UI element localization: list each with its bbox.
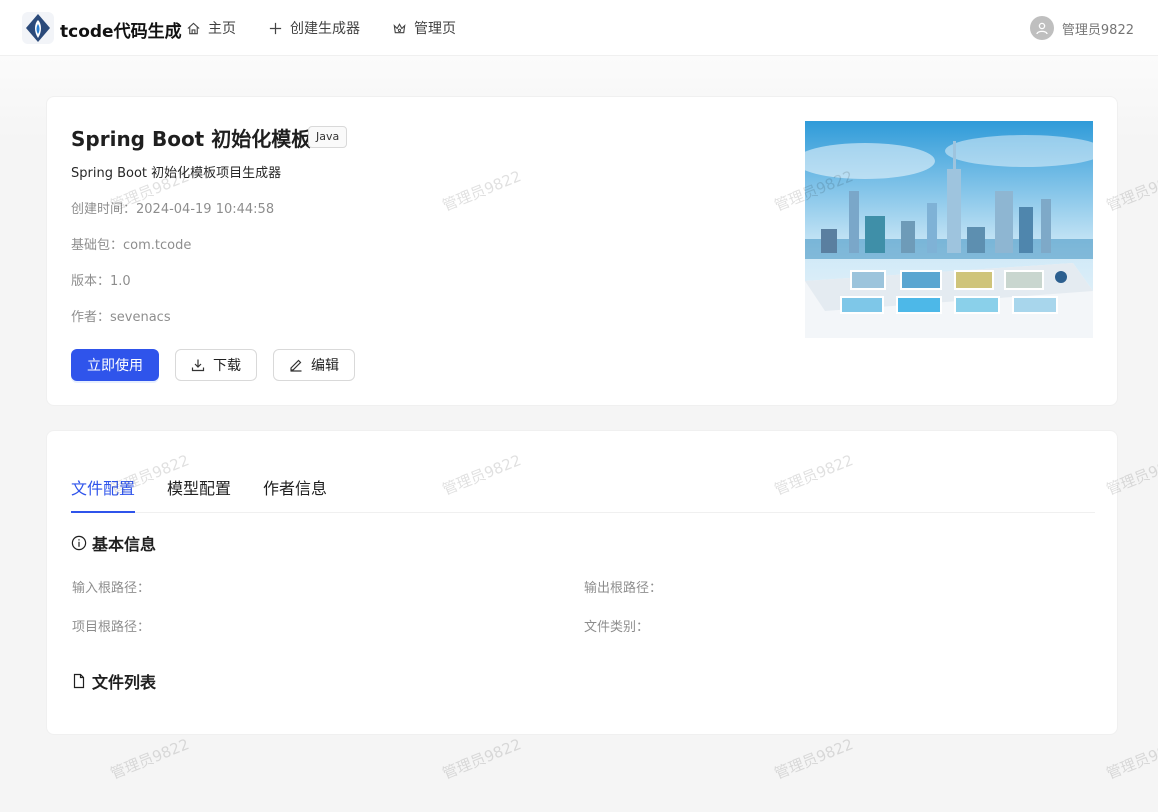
use-now-button[interactable]: 立即使用 bbox=[71, 349, 159, 381]
output-root-path-label: 输出根路径： bbox=[584, 581, 663, 596]
plus-icon bbox=[269, 22, 282, 34]
nav-admin[interactable]: 管理页 bbox=[392, 18, 456, 38]
download-icon bbox=[191, 359, 205, 372]
crown-icon bbox=[393, 22, 406, 33]
version: 版本：1.0 bbox=[71, 274, 131, 289]
project-root-path-label: 项目根路径： bbox=[72, 620, 151, 635]
input-root-path-label: 输入根路径： bbox=[72, 581, 151, 596]
watermark: 管理员9822 bbox=[771, 735, 856, 783]
generator-info-card: Spring Boot 初始化模板 Java Spring Boot 初始化模板… bbox=[46, 96, 1118, 406]
nav-create-label: 创建生成器 bbox=[290, 21, 360, 37]
brand-name[interactable]: tcode代码生成 bbox=[60, 17, 182, 42]
file-list-heading: 文件列表 bbox=[71, 669, 156, 693]
active-tab-indicator bbox=[71, 511, 135, 513]
base-package: 基础包：com.tcode bbox=[71, 238, 192, 253]
nav-admin-label: 管理页 bbox=[414, 21, 456, 37]
created-time: 创建时间：2024-04-19 10:44:58 bbox=[71, 202, 275, 217]
tab-model-config[interactable]: 模型配置 bbox=[167, 475, 231, 499]
tab-file-config[interactable]: 文件配置 bbox=[71, 475, 135, 499]
edit-icon bbox=[290, 359, 302, 372]
file-type-label: 文件类别： bbox=[584, 620, 650, 635]
nav-create-generator[interactable]: 创建生成器 bbox=[268, 18, 360, 38]
nav-home-label: 主页 bbox=[208, 21, 236, 37]
info-circle-icon bbox=[71, 535, 87, 551]
watermark: 管理员9822 bbox=[439, 735, 524, 783]
watermark: 管理员9822 bbox=[107, 735, 192, 783]
generator-title: Spring Boot 初始化模板 bbox=[71, 127, 312, 151]
language-tag: Java bbox=[308, 126, 348, 148]
edit-button[interactable]: 编辑 bbox=[273, 349, 355, 381]
tab-author-info[interactable]: 作者信息 bbox=[263, 475, 327, 499]
user-avatar-icon[interactable] bbox=[1029, 16, 1054, 40]
username: 管理员9822 bbox=[1061, 22, 1134, 38]
download-button[interactable]: 下载 bbox=[175, 349, 257, 381]
config-card: 文件配置 模型配置 作者信息 基本信息 输入根路径： 输出根路径： 项目根路径：… bbox=[46, 430, 1118, 735]
home-icon bbox=[187, 22, 200, 34]
generator-description: Spring Boot 初始化模板项目生成器 bbox=[71, 166, 282, 181]
top-navbar: tcode代码生成 主页 创建生成器 管理页 管理员9822 bbox=[0, 0, 1158, 56]
watermark: 管理员9822 bbox=[1103, 735, 1158, 783]
basic-info-heading: 基本信息 bbox=[71, 531, 156, 555]
author: 作者：sevenacs bbox=[71, 310, 171, 325]
nav-home[interactable]: 主页 bbox=[186, 18, 236, 38]
logo-icon[interactable] bbox=[22, 12, 54, 44]
file-icon bbox=[73, 673, 85, 689]
cover-image bbox=[805, 121, 1093, 338]
user-menu[interactable]: 管理员9822 bbox=[1029, 16, 1134, 40]
config-tabs: 文件配置 模型配置 作者信息 bbox=[71, 465, 1095, 513]
